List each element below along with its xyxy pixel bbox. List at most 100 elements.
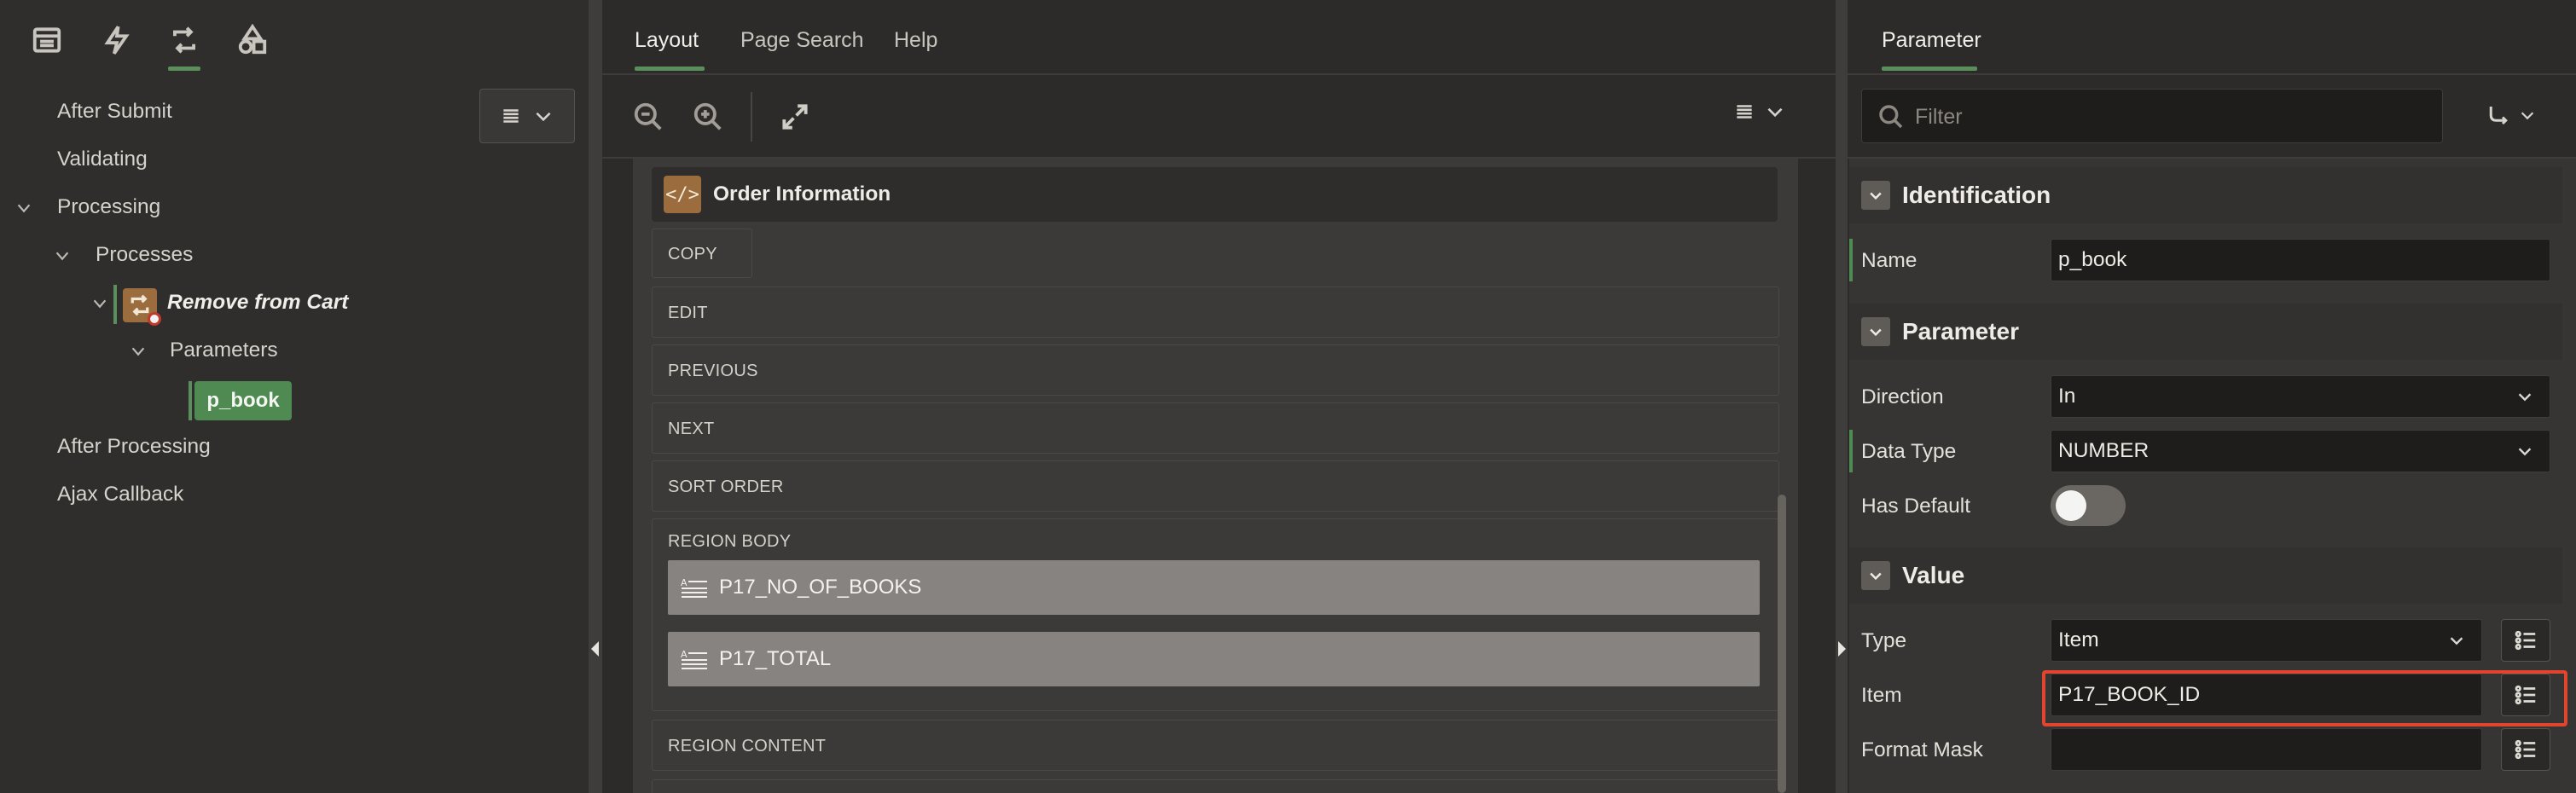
- slot-label: REGION CONTENT: [668, 737, 827, 755]
- tree-node-after-processing[interactable]: After Processing: [57, 435, 211, 459]
- chevron-down-icon[interactable]: [90, 294, 109, 313]
- text-field-icon: A: [681, 649, 707, 669]
- list-icon: [2515, 630, 2536, 651]
- direction-value: In: [2058, 385, 2076, 408]
- tree-node-processing[interactable]: Processing: [57, 195, 160, 219]
- chevron-down-icon[interactable]: [53, 246, 72, 265]
- page-item-p17-no-of-books[interactable]: A P17_NO_OF_BOOKS: [668, 560, 1760, 615]
- left-splitter[interactable]: [589, 0, 602, 793]
- name-field[interactable]: p_book: [2051, 239, 2550, 281]
- property-editor-panel: Parameter Identification Name p_book Par…: [1848, 0, 2576, 793]
- dynamic-actions-icon[interactable]: [96, 19, 138, 61]
- page-item-p17-total[interactable]: A P17_TOTAL: [668, 632, 1760, 686]
- region-title: Order Information: [713, 182, 891, 205]
- slot-sort-order[interactable]: SORT ORDER: [652, 460, 1779, 512]
- svg-text:A: A: [681, 649, 688, 660]
- type-select[interactable]: Item: [2051, 619, 2482, 662]
- collapse-left-icon[interactable]: [591, 641, 599, 657]
- format-mask-field[interactable]: [2051, 728, 2482, 771]
- prop-label-name: Name: [1861, 249, 1917, 272]
- group-parameter[interactable]: Parameter: [1849, 304, 2562, 360]
- shared-components-icon[interactable]: [231, 19, 274, 61]
- search-icon: [1879, 105, 1903, 129]
- tree-node-after-submit[interactable]: After Submit: [57, 100, 172, 124]
- modified-indicator: [1849, 239, 1853, 281]
- tree-node-p-book[interactable]: p_book: [194, 381, 292, 420]
- chevron-down-icon: [2515, 387, 2534, 406]
- chevron-down-icon: [1767, 107, 1783, 118]
- code-region-icon: </>: [664, 176, 701, 213]
- highlight-annotation: [2042, 670, 2567, 726]
- slot-previous[interactable]: PREVIOUS: [652, 344, 1779, 396]
- filter-field[interactable]: [1861, 89, 2443, 143]
- slot-label: REGION BODY: [668, 532, 792, 551]
- slot-region-content[interactable]: REGION CONTENT: [652, 720, 1779, 771]
- has-default-toggle[interactable]: [2051, 485, 2126, 526]
- tree-node-remove-from-cart[interactable]: Remove from Cart: [167, 291, 348, 315]
- chevron-down-icon: [2515, 442, 2534, 460]
- zoom-in-icon[interactable]: [689, 98, 727, 136]
- chevron-down-icon: [536, 112, 551, 122]
- region-order-information[interactable]: </> Order Information: [652, 167, 1778, 222]
- data-type-select[interactable]: NUMBER: [2051, 430, 2550, 472]
- active-tab-indicator: [635, 67, 705, 71]
- slot-label: COPY: [668, 245, 717, 263]
- tab-help[interactable]: Help: [894, 28, 937, 53]
- filter-input[interactable]: [1915, 98, 2427, 136]
- type-list-button[interactable]: [2501, 619, 2550, 662]
- format-mask-list-button[interactable]: [2501, 728, 2550, 771]
- tree-node-processes[interactable]: Processes: [96, 243, 193, 267]
- slot-copy[interactable]: COPY: [652, 229, 752, 278]
- chevron-down-icon[interactable]: [15, 199, 33, 217]
- group-title: Identification: [1902, 182, 2051, 208]
- slot-next[interactable]: NEXT: [652, 402, 1779, 454]
- collapse-right-icon[interactable]: [1838, 641, 1846, 657]
- tree-node-ajax-callback[interactable]: Ajax Callback: [57, 483, 183, 506]
- direction-select[interactable]: In: [2051, 375, 2550, 418]
- text-field-icon: A: [681, 577, 707, 598]
- slot-next-region[interactable]: [652, 779, 1779, 793]
- canvas-scrollbar[interactable]: [1778, 495, 1786, 793]
- chevron-down-icon: [2521, 112, 2534, 120]
- chevron-down-icon[interactable]: [129, 342, 148, 361]
- collapse-group-icon[interactable]: [1861, 561, 1890, 590]
- zoom-out-icon[interactable]: [629, 98, 667, 136]
- slot-edit[interactable]: EDIT: [652, 287, 1779, 338]
- prop-label-data-type: Data Type: [1861, 440, 1957, 463]
- data-type-value: NUMBER: [2058, 439, 2150, 462]
- toolbar-separator: [751, 92, 752, 142]
- prop-label-type: Type: [1861, 629, 1907, 652]
- tab-parameter[interactable]: Parameter: [1882, 28, 1981, 53]
- tab-page-search[interactable]: Page Search: [740, 28, 864, 53]
- processing-icon[interactable]: [163, 19, 206, 61]
- error-badge-icon: [148, 312, 161, 326]
- divider: [602, 73, 1836, 75]
- group-title: Parameter: [1902, 318, 2019, 344]
- rendering-icon[interactable]: [26, 19, 68, 61]
- item-name: P17_NO_OF_BOOKS: [719, 576, 922, 599]
- tab-layout[interactable]: Layout: [635, 28, 699, 53]
- layout-canvas[interactable]: </> Order Information COPY EDIT PREVIOUS…: [633, 159, 1798, 793]
- group-value[interactable]: Value: [1849, 547, 2562, 604]
- layout-menu-button[interactable]: [1733, 101, 1786, 123]
- go-to-group-button[interactable]: [2486, 102, 2537, 128]
- menu-lines-icon: [1737, 105, 1752, 119]
- slot-region-body[interactable]: REGION BODY A P17_NO_OF_BOOKS A P17_TOTA…: [652, 518, 1779, 711]
- divider: [1848, 73, 2576, 75]
- tree-node-parameters[interactable]: Parameters: [170, 339, 278, 362]
- collapse-group-icon[interactable]: [1861, 181, 1890, 210]
- prop-label-item: Item: [1861, 684, 1902, 707]
- list-icon: [2515, 739, 2536, 760]
- collapse-group-icon[interactable]: [1861, 317, 1890, 346]
- left-pane-tabs: [0, 0, 589, 82]
- group-identification[interactable]: Identification: [1849, 167, 2562, 223]
- tree-node-validating[interactable]: Validating: [57, 148, 148, 171]
- tree-menu-button[interactable]: [479, 89, 575, 143]
- modified-indicator: [1849, 430, 1853, 472]
- svg-text:A: A: [681, 577, 688, 588]
- toggle-knob: [2056, 490, 2086, 521]
- right-splitter[interactable]: [1836, 0, 1848, 793]
- prop-label-direction: Direction: [1861, 385, 1944, 408]
- expand-icon[interactable]: [776, 98, 814, 136]
- layout-panel: Layout Page Search Help </> Order Inform…: [602, 0, 1836, 793]
